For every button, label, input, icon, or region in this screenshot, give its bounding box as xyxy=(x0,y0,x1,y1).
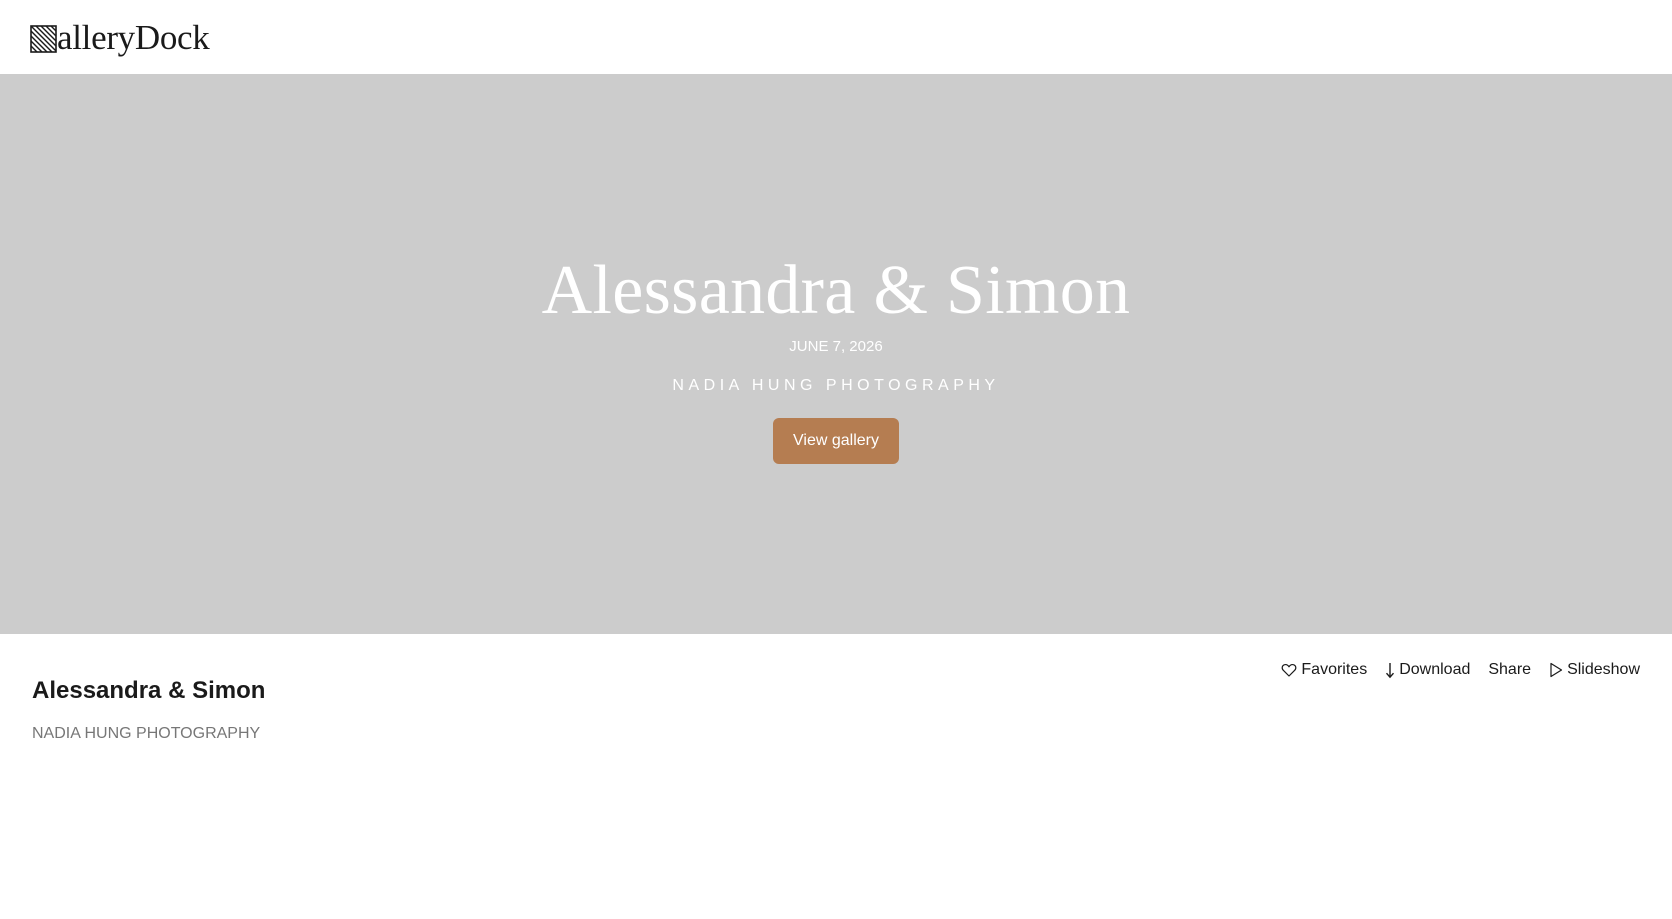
slideshow-button[interactable]: Slideshow xyxy=(1549,658,1640,682)
striped-g-logo-icon xyxy=(30,25,57,53)
heart-icon xyxy=(1281,662,1297,678)
play-icon xyxy=(1549,662,1563,678)
gallery-title: Alessandra & Simon xyxy=(32,677,266,704)
view-gallery-button[interactable]: View gallery xyxy=(773,418,899,464)
hero-photographer: NADIA HUNG PHOTOGRAPHY xyxy=(672,377,1000,394)
hero-cover: Alessandra & Simon JUNE 7, 2026 NADIA HU… xyxy=(0,74,1672,634)
arrow-down-icon xyxy=(1385,661,1395,679)
share-label: Share xyxy=(1488,661,1532,678)
gallery-actions: Favorites Download Share Slideshow xyxy=(1281,658,1640,682)
top-bar: alleryDock xyxy=(0,0,1672,74)
favorites-button[interactable]: Favorites xyxy=(1281,658,1367,682)
hero-title: Alessandra & Simon xyxy=(541,252,1131,329)
share-button[interactable]: Share xyxy=(1488,658,1531,682)
slideshow-label: Slideshow xyxy=(1567,661,1640,678)
gallery-photographer: NADIA HUNG PHOTOGRAPHY xyxy=(32,725,261,742)
download-button[interactable]: Download xyxy=(1385,658,1470,682)
hero-date: JUNE 7, 2026 xyxy=(789,338,883,355)
logo-text: alleryDock xyxy=(57,18,210,57)
logo[interactable]: alleryDock xyxy=(30,18,210,58)
download-label: Download xyxy=(1399,661,1471,678)
favorites-label: Favorites xyxy=(1301,661,1368,678)
